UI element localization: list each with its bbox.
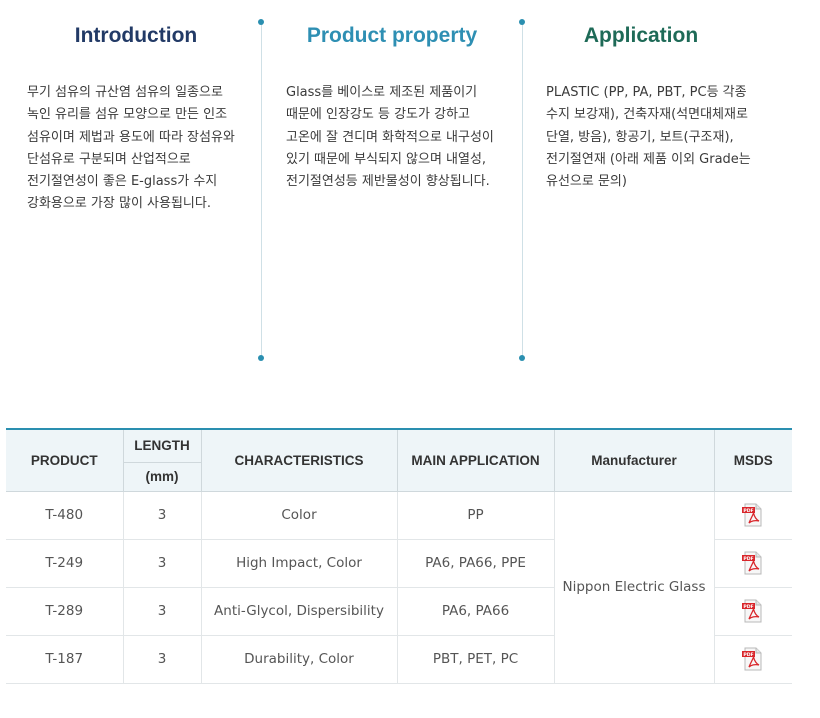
header-length: LENGTH (122, 428, 201, 463)
introduction-section: Introduction 무기 섬유의 규산염 섬유의 일종으로 녹인 유리를 … (0, 0, 262, 370)
cell-length: 3 (122, 587, 201, 636)
cell-msds: PDF (713, 635, 792, 684)
pdf-file-icon[interactable]: PDF (741, 599, 765, 623)
cell-characteristics: Durability, Color (200, 635, 397, 684)
product-property-text: Glass를 베이스로 제조된 제품이기 때문에 인장강도 등 강도가 강하고 … (286, 85, 494, 190)
cell-characteristics: Anti-Glycol, Dispersibility (200, 587, 397, 636)
svg-text:PDF: PDF (744, 604, 754, 610)
header-manufacturer: Manufacturer (553, 428, 714, 492)
product-property-section: Product property Glass를 베이스로 제조된 제품이기 때문… (262, 0, 522, 370)
cell-main-application: PA6, PA66, PPE (396, 539, 554, 588)
cell-main-application: PA6, PA66 (396, 587, 554, 636)
product-property-title: Product property (306, 24, 478, 47)
cell-main-application: PBT, PET, PC (396, 635, 554, 684)
header-length-unit: (mm) (122, 462, 201, 492)
product-table: PRODUCT LENGTH CHARACTERISTICS MAIN APPL… (6, 428, 792, 684)
product-table-body: T-480 3 Color PP Nippon Electric Glass P… (6, 491, 792, 684)
cell-main-application: PP (396, 491, 554, 540)
cell-product: T-187 (6, 635, 123, 684)
cell-length: 3 (122, 491, 201, 540)
svg-text:PDF: PDF (744, 652, 754, 658)
cell-characteristics: High Impact, Color (200, 539, 397, 588)
introduction-text: 무기 섬유의 규산염 섬유의 일종으로 녹인 유리를 섬유 모양으로 만든 인조… (27, 85, 235, 212)
table-row: T-480 3 Color PP Nippon Electric Glass P… (6, 491, 792, 684)
header-characteristics: CHARACTERISTICS (200, 428, 397, 492)
cell-manufacturer: Nippon Electric Glass (553, 491, 714, 684)
pdf-file-icon[interactable]: PDF (741, 503, 765, 527)
pdf-file-icon[interactable]: PDF (741, 647, 765, 671)
svg-text:PDF: PDF (744, 556, 754, 562)
application-title: Application (583, 24, 699, 47)
svg-text:PDF: PDF (744, 508, 754, 514)
cell-characteristics: Color (200, 491, 397, 540)
header-main-application: MAIN APPLICATION (396, 428, 554, 492)
cell-length: 3 (122, 635, 201, 684)
header-product: PRODUCT (6, 428, 123, 492)
introduction-title: Introduction (74, 24, 198, 47)
application-section: Application PLASTIC (PP, PA, PBT, PC등 각종… (522, 0, 820, 370)
cell-product: T-480 (6, 491, 123, 540)
cell-msds: PDF (713, 539, 792, 588)
cell-product: T-289 (6, 587, 123, 636)
application-text: PLASTIC (PP, PA, PBT, PC등 각종 수지 보강재), 건축… (546, 85, 751, 190)
cell-length: 3 (122, 539, 201, 588)
pdf-file-icon[interactable]: PDF (741, 551, 765, 575)
cell-msds: PDF (713, 587, 792, 636)
cell-product: T-249 (6, 539, 123, 588)
cell-msds: PDF (713, 491, 792, 540)
header-msds: MSDS (713, 428, 792, 492)
